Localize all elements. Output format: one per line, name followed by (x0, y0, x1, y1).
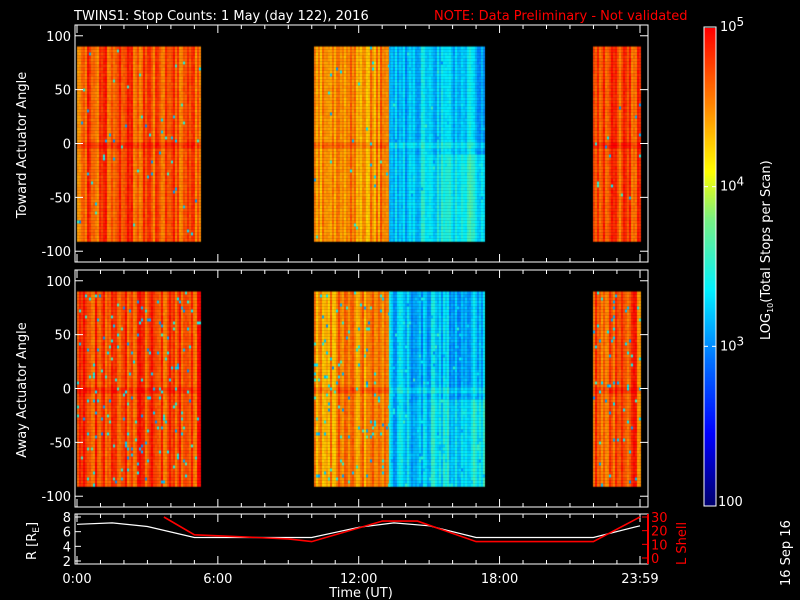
footer-date: 16 Sep 16 (779, 520, 794, 586)
xtick-label: 18:00 (481, 572, 518, 587)
colorbar-tick-label: 105 (720, 15, 744, 35)
toward-panel: 100 50 0 -50 -100 (41, 24, 649, 263)
xtick-label: 12:00 (340, 572, 377, 587)
ytick-label: -50 (50, 436, 71, 451)
r-ytick-label: 8 (63, 511, 71, 526)
r-ytick-label: 6 (63, 526, 71, 541)
cb-label-pre: LOG (759, 313, 774, 340)
r-ytick-label: 4 (63, 540, 71, 555)
ytick-label: 0 (63, 138, 71, 153)
ytick-label: -50 (50, 191, 71, 206)
xtick-label: 6:00 (203, 572, 232, 587)
colorbar-tick-label: 103 (720, 334, 744, 354)
colorbar-ticks: 105 104 103 (704, 15, 744, 354)
xtick-label: 0:00 (62, 572, 91, 587)
xtick-label: 23:59 (621, 572, 658, 587)
orbit-panel: 864230201000:00 6:00 12:00 18:00 23:59 (62, 511, 667, 587)
r-series-line (76, 522, 641, 539)
ytick-label: 100 (46, 30, 71, 45)
ytick-label: 0 (63, 383, 71, 398)
colorbar-label: LOG10(Total Stops per Scan) (759, 160, 775, 340)
r-ylabel-text: R [R (25, 533, 40, 560)
r-ylabel-end: ] (25, 522, 40, 527)
ytick-label: 50 (54, 329, 71, 344)
ytick-label: 100 (46, 275, 71, 290)
panel-frame (74, 269, 649, 508)
cb-label-sub: 10 (766, 303, 775, 313)
preliminary-note: NOTE: Data Preliminary - Not validated (434, 9, 688, 24)
plot-title: TWINS1: Stop Counts: 1 May (day 122), 20… (73, 9, 369, 24)
panel-frame (74, 24, 649, 263)
r-ylabel: R [RE] (25, 522, 42, 560)
lshell-ytick-label: 0 (651, 552, 659, 567)
toward-ylabel: Toward Actuator Angle (15, 72, 30, 219)
ytick-label: -100 (41, 245, 71, 260)
ytick-label: 50 (54, 84, 71, 99)
time-xlabel: Time (UT) (328, 586, 393, 600)
cb-label-post: (Total Stops per Scan) (759, 160, 774, 302)
colorbar-min-label: 100 (718, 495, 743, 510)
colorbar-frame (703, 26, 717, 507)
away-ylabel: Away Actuator Angle (15, 322, 30, 457)
r-ytick-label: 2 (63, 555, 71, 570)
orbit-frame (74, 513, 649, 565)
away-panel: 100 50 0 -50 -100 (41, 269, 649, 508)
colorbar-tick-label: 104 (720, 175, 744, 195)
lshell-ylabel: L Shell (675, 522, 690, 565)
ytick-label: -100 (41, 490, 71, 505)
plot-svg: TWINS1: Stop Counts: 1 May (day 122), 20… (15, 9, 794, 600)
